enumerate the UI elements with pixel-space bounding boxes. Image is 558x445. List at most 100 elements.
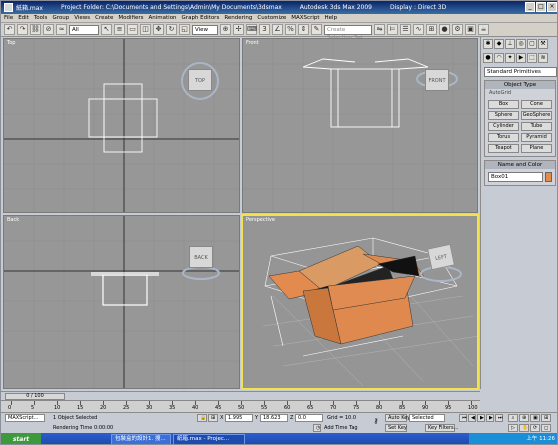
redo-icon[interactable]: ↷: [17, 24, 28, 35]
zoom-extents-all-icon[interactable]: ⊞: [541, 414, 551, 422]
start-button[interactable]: start: [1, 433, 41, 444]
absolute-mode-icon[interactable]: ⊞: [208, 414, 218, 422]
spinner-snap-icon[interactable]: ⇕: [298, 24, 309, 35]
orbit-icon[interactable]: ⟳: [530, 424, 540, 432]
menu-create[interactable]: Create: [95, 15, 113, 21]
autogrid-checkbox[interactable]: AutoGrid: [485, 89, 555, 97]
sphere-button[interactable]: Sphere: [488, 111, 519, 120]
cameras-icon[interactable]: ▶: [516, 53, 526, 63]
viewport-top[interactable]: Top TOP: [3, 38, 240, 213]
next-frame-icon[interactable]: ▶: [486, 414, 494, 422]
viewcube-front[interactable]: FRONT: [425, 69, 449, 91]
mirror-icon[interactable]: ⇋: [374, 24, 385, 35]
close-button[interactable]: ×: [547, 2, 557, 12]
menu-modifiers[interactable]: Modifiers: [118, 15, 143, 21]
curve-editor-icon[interactable]: ∿: [413, 24, 424, 35]
previous-frame-icon[interactable]: ◀: [468, 414, 476, 422]
object-color-swatch[interactable]: [544, 172, 552, 182]
cylinder-button[interactable]: Cylinder: [488, 122, 519, 131]
selection-filter-dropdown[interactable]: All: [69, 24, 99, 35]
display-tab-icon[interactable]: ▢: [527, 39, 537, 49]
maximize-button[interactable]: □: [536, 2, 546, 12]
select-object-icon[interactable]: ↖: [101, 24, 112, 35]
create-tab-icon[interactable]: ✱: [483, 39, 493, 49]
modify-tab-icon[interactable]: ◆: [494, 39, 504, 49]
geometry-icon[interactable]: ●: [483, 53, 493, 63]
geometry-category-dropdown[interactable]: Standard Primitives: [484, 67, 557, 77]
viewport-perspective[interactable]: Perspective LEFT: [241, 214, 479, 390]
z-coordinate-field[interactable]: 0.0: [295, 414, 323, 422]
motion-tab-icon[interactable]: ◎: [516, 39, 526, 49]
x-coordinate-field[interactable]: 1.995: [225, 414, 253, 422]
tube-button[interactable]: Tube: [521, 122, 552, 131]
box-button[interactable]: Box: [488, 100, 519, 109]
render-setup-icon[interactable]: ⚙: [452, 24, 463, 35]
select-manipulate-icon[interactable]: ✢: [233, 24, 244, 35]
zoom-all-icon[interactable]: ⊕: [519, 414, 529, 422]
y-coordinate-field[interactable]: 18.623: [260, 414, 288, 422]
rendered-frame-window-icon[interactable]: ▣: [465, 24, 476, 35]
key-filters-button[interactable]: Key Filters...: [425, 424, 458, 432]
bind-space-warp-icon[interactable]: ≈: [56, 24, 67, 35]
play-icon[interactable]: ▶: [477, 414, 485, 422]
utilities-tab-icon[interactable]: ⚒: [538, 39, 548, 49]
rectangle-selection-icon[interactable]: ▭: [127, 24, 138, 35]
pan-view-icon[interactable]: ✋: [519, 424, 529, 432]
align-icon[interactable]: ⊨: [387, 24, 398, 35]
viewcube-top[interactable]: TOP: [188, 69, 212, 91]
key-icon[interactable]: ⚷: [370, 418, 382, 426]
pyramid-button[interactable]: Pyramid: [521, 133, 552, 142]
schematic-view-icon[interactable]: ⊞: [426, 24, 437, 35]
snaps-toggle-icon[interactable]: 3: [259, 24, 270, 35]
plane-button[interactable]: Plane: [521, 144, 552, 153]
maxscript-listener[interactable]: MAXScript...: [5, 414, 45, 422]
link-icon[interactable]: ⛓: [30, 24, 41, 35]
menu-graph-editors[interactable]: Graph Editors: [182, 15, 220, 21]
pivot-center-icon[interactable]: ⊕: [220, 24, 231, 35]
time-slider[interactable]: 0 / 100: [5, 393, 65, 400]
taskbar-item-3dsmax[interactable]: 紙箱.max - Projec...: [173, 434, 245, 444]
menu-rendering[interactable]: Rendering: [224, 15, 252, 21]
percent-snap-icon[interactable]: %: [285, 24, 296, 35]
keyboard-shortcut-icon[interactable]: ⌨: [246, 24, 257, 35]
go-to-start-icon[interactable]: ⏮: [459, 414, 467, 422]
lights-icon[interactable]: ✦: [505, 53, 515, 63]
torus-button[interactable]: Torus: [488, 133, 519, 142]
window-crossing-icon[interactable]: ◫: [140, 24, 151, 35]
helpers-icon[interactable]: ⬚: [527, 53, 537, 63]
object-type-header[interactable]: Object Type: [485, 81, 555, 89]
viewport-back[interactable]: Back BACK: [3, 215, 240, 389]
time-slider-track[interactable]: 0 / 100: [1, 391, 480, 400]
field-of-view-icon[interactable]: ▷: [508, 424, 518, 432]
go-to-end-icon[interactable]: ⏭: [495, 414, 503, 422]
layer-manager-icon[interactable]: ☰: [400, 24, 411, 35]
material-editor-icon[interactable]: ●: [439, 24, 450, 35]
select-rotate-icon[interactable]: ↻: [166, 24, 177, 35]
menu-customize[interactable]: Customize: [257, 15, 286, 21]
angle-snap-icon[interactable]: ∠: [272, 24, 283, 35]
viewcube-back[interactable]: BACK: [189, 246, 213, 268]
menu-views[interactable]: Views: [74, 15, 90, 21]
add-time-tag[interactable]: Add Time Tag: [324, 425, 358, 431]
reference-coordinate-dropdown[interactable]: View: [192, 24, 218, 35]
maximize-viewport-icon[interactable]: ◻: [541, 424, 551, 432]
space-warps-icon[interactable]: ≋: [538, 53, 548, 63]
cone-button[interactable]: Cone: [521, 100, 552, 109]
menu-file[interactable]: File: [4, 15, 13, 21]
geosphere-button[interactable]: GeoSphere: [521, 111, 552, 120]
taskbar-item-webpage[interactable]: 包裝盒的設計1. 搜...: [111, 434, 171, 444]
select-scale-icon[interactable]: ◱: [179, 24, 190, 35]
object-name-input[interactable]: Box01: [488, 172, 543, 182]
zoom-extents-icon[interactable]: ▣: [530, 414, 540, 422]
menu-help[interactable]: Help: [325, 15, 338, 21]
zoom-icon[interactable]: ⌕: [508, 414, 518, 422]
set-key-button[interactable]: Set Key: [385, 424, 407, 432]
quick-render-icon[interactable]: ☕: [478, 24, 489, 35]
menu-animation[interactable]: Animation: [149, 15, 177, 21]
hierarchy-tab-icon[interactable]: ⊥: [505, 39, 515, 49]
select-move-icon[interactable]: ✥: [153, 24, 164, 35]
track-bar[interactable]: 0 5 10 15 20 25 30 35 40 45 50 55 60 65 70 75 80 85 90 95 10…: [1, 400, 480, 412]
menu-maxscript[interactable]: MAXScript: [291, 15, 319, 21]
menu-edit[interactable]: Edit: [18, 15, 29, 21]
viewport-front[interactable]: Front FRONT: [242, 38, 478, 213]
